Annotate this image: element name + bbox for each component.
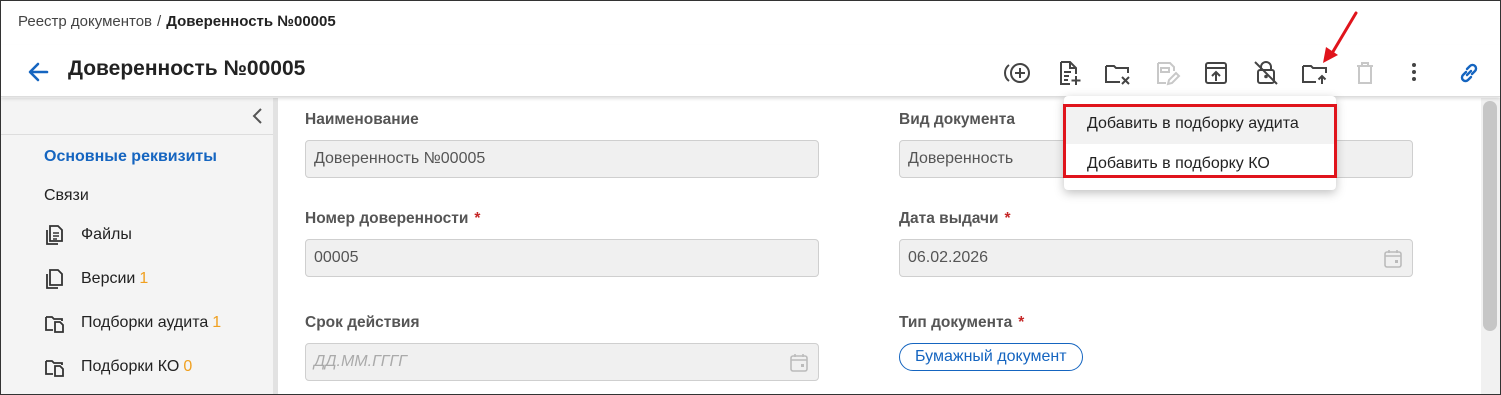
doc-type-label-text: Тип документа bbox=[899, 314, 1013, 331]
sidebar-item-versions[interactable]: Версии 1 bbox=[44, 268, 148, 290]
count-badge: 1 bbox=[212, 314, 222, 331]
calendar-icon[interactable] bbox=[789, 353, 809, 373]
number-field[interactable]: 00005 bbox=[305, 239, 819, 277]
more-icon[interactable] bbox=[1400, 59, 1428, 87]
upload-icon[interactable] bbox=[1202, 59, 1230, 87]
link-icon[interactable] bbox=[1455, 59, 1483, 87]
folder-doc-icon bbox=[44, 312, 66, 334]
menu-item-add-to-audit-collection[interactable]: Добавить в подборку аудита bbox=[1064, 104, 1336, 144]
versions-icon bbox=[44, 268, 66, 290]
sidebar-item-links[interactable]: Связи bbox=[44, 187, 89, 205]
validity-placeholder: ДД.ММ.ГГГГ bbox=[314, 353, 407, 370]
menu-item-add-to-ko-collection[interactable]: Добавить в подборку КО bbox=[1064, 144, 1336, 184]
back-arrow-icon[interactable] bbox=[25, 59, 51, 85]
issue-date-value: 06.02.2026 bbox=[908, 249, 989, 266]
sidebar-divider bbox=[1, 134, 273, 135]
sidebar-item-label: Подборки КО bbox=[81, 358, 180, 375]
folder-doc-icon bbox=[44, 356, 66, 378]
add-document-icon[interactable] bbox=[1055, 59, 1083, 87]
required-mark: * bbox=[1018, 314, 1025, 331]
number-label-text: Номер доверенности bbox=[305, 210, 469, 227]
name-field[interactable]: Доверенность №00005 bbox=[305, 140, 819, 178]
breadcrumb-root[interactable]: Реестр документов bbox=[18, 13, 152, 30]
annotation-arrow-icon bbox=[1311, 9, 1361, 69]
sidebar-item-main-details[interactable]: Основные реквизиты bbox=[44, 148, 217, 166]
count-badge: 1 bbox=[139, 270, 149, 287]
window: Реестр документов / Доверенность №00005 До… bbox=[0, 0, 1501, 395]
page-title: Доверенность №00005 bbox=[68, 57, 306, 80]
doc-type-chip[interactable]: Бумажный документ bbox=[899, 343, 1083, 371]
sidebar-item-files[interactable]: Файлы bbox=[44, 224, 132, 246]
edit-document-icon bbox=[1153, 59, 1181, 87]
chevron-left-icon[interactable] bbox=[249, 106, 267, 126]
doc-kind-label: Вид документа bbox=[899, 111, 1016, 128]
calendar-icon[interactable] bbox=[1383, 249, 1403, 269]
validity-field[interactable]: ДД.ММ.ГГГГ bbox=[305, 343, 819, 381]
doc-type-label: Тип документа * bbox=[899, 314, 1024, 332]
sidebar-item-label: Версии bbox=[81, 270, 136, 287]
scrollbar-thumb[interactable] bbox=[1483, 101, 1497, 331]
number-label: Номер доверенности * bbox=[305, 210, 480, 228]
sidebar-item-ko-collections[interactable]: Подборки КО 0 bbox=[44, 356, 192, 378]
files-icon bbox=[44, 224, 66, 246]
breadcrumb-separator: / bbox=[157, 13, 162, 30]
issue-date-label-text: Дата выдачи bbox=[899, 210, 999, 227]
unlock-icon[interactable] bbox=[1252, 59, 1280, 87]
sidebar-item-label: Подборки аудита bbox=[81, 314, 209, 331]
count-badge: 0 bbox=[183, 358, 193, 375]
required-mark: * bbox=[1004, 210, 1011, 227]
breadcrumb: Реестр документов / Доверенность №00005 bbox=[18, 13, 336, 30]
add-to-collection-menu: Добавить в подборку аудита Добавить в по… bbox=[1064, 96, 1336, 190]
title-bar: Доверенность №00005 bbox=[1, 45, 1500, 97]
add-circle-icon[interactable] bbox=[1003, 59, 1031, 87]
breadcrumb-current: Доверенность №00005 bbox=[166, 13, 336, 30]
sidebar-item-label: Файлы bbox=[81, 226, 132, 243]
validity-label: Срок действия bbox=[305, 314, 420, 331]
issue-date-field[interactable]: 06.02.2026 bbox=[899, 239, 1413, 277]
issue-date-label: Дата выдачи * bbox=[899, 210, 1011, 228]
sidebar-item-audit-collections[interactable]: Подборки аудита 1 bbox=[44, 312, 221, 334]
remove-from-folder-icon[interactable] bbox=[1104, 59, 1132, 87]
name-label: Наименование bbox=[305, 111, 419, 128]
required-mark: * bbox=[474, 210, 481, 227]
sidebar: Основные реквизиты Связи Файлы Версии 1 П… bbox=[1, 98, 278, 394]
